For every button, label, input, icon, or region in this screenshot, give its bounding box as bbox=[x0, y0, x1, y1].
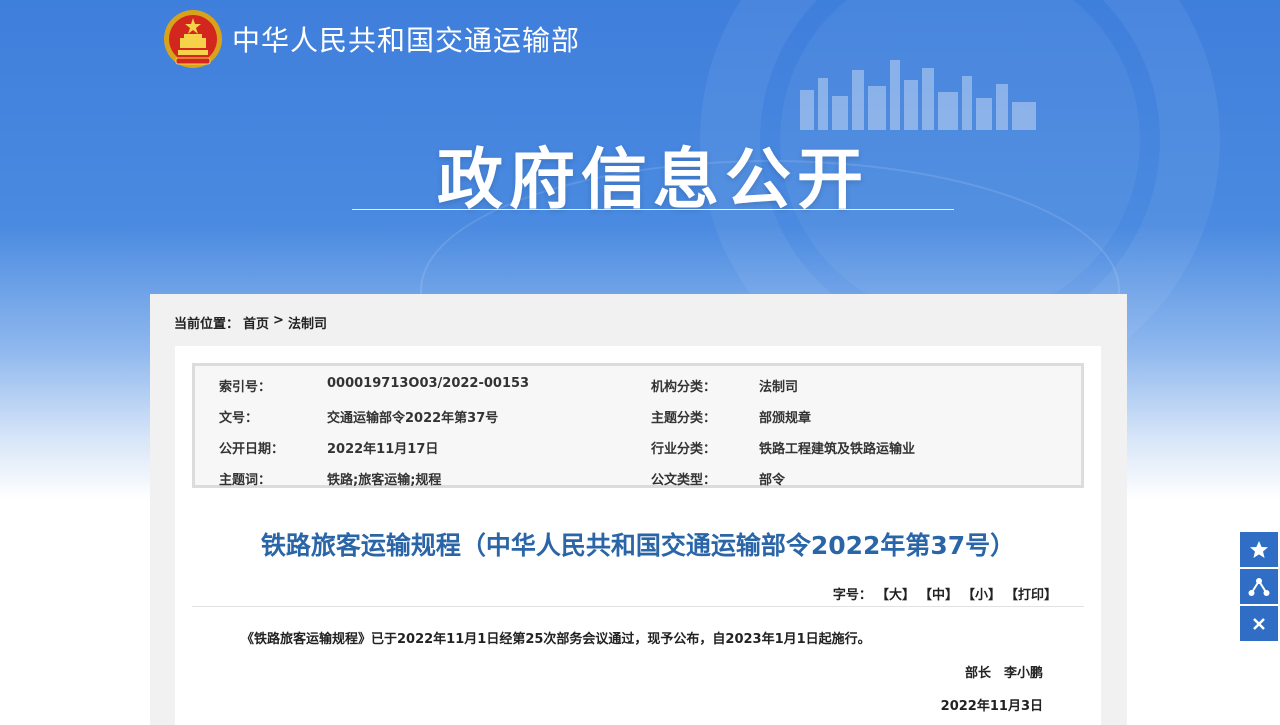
meta-key: 主题分类： bbox=[651, 411, 717, 426]
brand-name: 中华人民共和国交通运输部 bbox=[232, 24, 581, 57]
star-icon bbox=[1250, 540, 1268, 558]
meta-key: 机构分类： bbox=[651, 380, 717, 395]
meta-value: 部令 bbox=[759, 473, 786, 488]
metadata-row: 索引号： 000019713O03/2022-00153 机构分类： 法制司 bbox=[195, 370, 1081, 401]
side-toolbar bbox=[1240, 532, 1278, 643]
metadata-row: 公开日期： 2022年11月17日 行业分类： 铁路工程建筑及铁路运输业 bbox=[195, 432, 1081, 463]
metadata-table: 索引号： 000019713O03/2022-00153 机构分类： 法制司 文… bbox=[192, 363, 1084, 488]
meta-key: 索引号： bbox=[219, 380, 272, 395]
main-panel: 当前位置： 首页 > 法制司 索引号： 000019713O03/2022-00… bbox=[150, 294, 1127, 725]
signed-date: 2022年11月3日 bbox=[940, 699, 1043, 714]
document-body: 《铁路旅客运输规程》已于2022年11月1日经第25次部务会议通过，现予公布，自… bbox=[241, 632, 871, 647]
close-button[interactable] bbox=[1240, 606, 1278, 641]
font-large-button[interactable]: 【大】 bbox=[876, 584, 915, 603]
close-icon bbox=[1253, 617, 1265, 630]
breadcrumb-current[interactable]: 法制司 bbox=[288, 313, 327, 332]
breadcrumb-prefix: 当前位置： bbox=[174, 317, 240, 332]
meta-value: 部颁规章 bbox=[759, 411, 812, 426]
divider bbox=[192, 606, 1084, 607]
meta-key: 公文类型： bbox=[651, 473, 717, 488]
breadcrumb: 当前位置： 首页 > 法制司 bbox=[174, 313, 327, 332]
share-button[interactable] bbox=[1240, 569, 1278, 604]
national-emblem-icon bbox=[164, 10, 222, 68]
skyline-graphic bbox=[800, 60, 1036, 130]
meta-value: 2022年11月17日 bbox=[327, 442, 439, 457]
font-small-button[interactable]: 【小】 bbox=[962, 584, 1001, 603]
font-medium-button[interactable]: 【中】 bbox=[919, 584, 958, 603]
favorite-button[interactable] bbox=[1240, 532, 1278, 567]
meta-value: 法制司 bbox=[759, 380, 799, 395]
metadata-row: 主题词： 铁路;旅客运输;规程 公文类型： 部令 bbox=[195, 463, 1081, 494]
meta-key: 行业分类： bbox=[651, 442, 717, 457]
share-icon bbox=[1248, 577, 1270, 596]
signer: 部长 李小鹏 bbox=[964, 666, 1043, 681]
article-content: 索引号： 000019713O03/2022-00153 机构分类： 法制司 文… bbox=[175, 346, 1101, 725]
font-size-controls: 字号： 【大】 【中】 【小】 【打印】 bbox=[833, 584, 1057, 603]
meta-value: 铁路工程建筑及铁路运输业 bbox=[759, 442, 916, 457]
font-size-label: 字号： bbox=[832, 588, 872, 603]
metadata-row: 文号： 交通运输部令2022年第37号 主题分类： 部颁规章 bbox=[195, 401, 1081, 432]
breadcrumb-home[interactable]: 首页 bbox=[243, 313, 269, 332]
meta-value: 铁路;旅客运输;规程 bbox=[327, 473, 442, 488]
meta-key: 主题词： bbox=[219, 473, 272, 488]
meta-value: 000019713O03/2022-00153 bbox=[327, 376, 530, 391]
breadcrumb-separator: > bbox=[273, 313, 284, 328]
section-title: 政府信息公开 bbox=[437, 141, 869, 218]
document-title: 铁路旅客运输规程（中华人民共和国交通运输部令2022年第37号） bbox=[260, 531, 1016, 560]
print-button[interactable]: 【打印】 bbox=[1005, 584, 1057, 603]
meta-key: 公开日期： bbox=[219, 442, 285, 457]
site-brand[interactable]: 中华人民共和国交通运输部 bbox=[162, 8, 580, 70]
meta-value: 交通运输部令2022年第37号 bbox=[327, 411, 499, 426]
meta-key: 文号： bbox=[219, 411, 259, 426]
title-underline bbox=[352, 209, 954, 210]
